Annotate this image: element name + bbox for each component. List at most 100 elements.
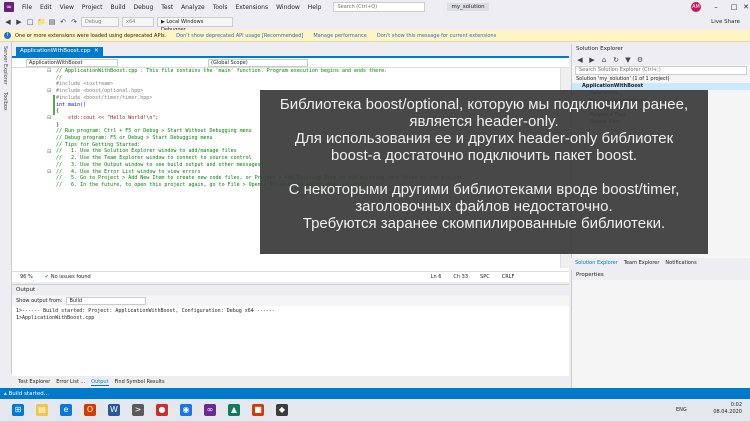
visual-studio-logo-icon: ∞: [4, 2, 14, 12]
platform-select[interactable]: x64: [122, 17, 154, 27]
menu-help[interactable]: Help: [304, 4, 326, 11]
code-line: // ApplicationWithBoost.cpp : This file …: [56, 68, 388, 74]
caption-line: заголовочных файлов недостаточно.: [355, 198, 613, 215]
menu-extensions[interactable]: Extensions: [232, 4, 273, 11]
scope-select[interactable]: (Global Scope): [208, 59, 308, 67]
settings-icon[interactable]: ⚙: [636, 56, 644, 64]
new-file-icon[interactable]: □: [26, 18, 34, 26]
toolbar: ◀ ▶ □ 📁 ▤ ↶ ↷ Debug x64 ▶ Local Windows …: [0, 14, 750, 33]
file-explorer-icon[interactable]: ▤: [36, 404, 48, 416]
info-link-deprecated[interactable]: Don't show deprecated API usage [Recomme…: [176, 33, 303, 39]
app-icon[interactable]: ■: [252, 404, 264, 416]
tab-output[interactable]: Output: [91, 379, 109, 386]
open-icon[interactable]: 📁: [37, 18, 46, 26]
collapse-icon[interactable]: ⊟: [47, 68, 51, 74]
collapse-icon[interactable]: ⊟: [47, 88, 51, 94]
app-icon[interactable]: ◆: [276, 404, 288, 416]
close-icon[interactable]: ✕: [736, 0, 750, 14]
home-icon[interactable]: ⌂: [600, 56, 608, 64]
avatar[interactable]: AM: [691, 2, 701, 12]
tree-item-solution[interactable]: Solution 'my_solution' (1 of 1 project): [572, 76, 750, 83]
terminal-icon[interactable]: >: [132, 404, 144, 416]
tab-error-list[interactable]: Error List ...: [56, 379, 85, 385]
menu-file[interactable]: File: [18, 4, 36, 11]
language-indicator[interactable]: ENG: [676, 407, 687, 413]
save-icon[interactable]: ▤: [48, 18, 56, 26]
menu-debug[interactable]: Debug: [130, 4, 158, 11]
caption-line: Требуются заранее скомпилированные библи…: [302, 215, 666, 232]
tab-test-explorer[interactable]: Test Explorer: [18, 379, 50, 385]
output-title: Output: [12, 285, 569, 295]
tab-toolbox[interactable]: Toolbox: [2, 92, 8, 111]
solution-search-input[interactable]: Search Solution Explorer (Ctrl+;): [575, 66, 747, 75]
bottom-tabs: Test Explorer Error List ... Output Find…: [12, 377, 569, 387]
zoom-level[interactable]: 96 %: [20, 274, 33, 280]
clock-time: 0:02: [730, 402, 742, 408]
menu-window[interactable]: Window: [272, 4, 304, 11]
editor-status: 96 % ✔ No issues found Ln 6 Ch 33 SPC CR…: [12, 271, 569, 281]
taskbar: ⊞ ▤ e O W > ● ◉ ∞ ▲ ■ ◆ ENG 0:02 08.04.2…: [0, 399, 750, 421]
collapse-icon[interactable]: ⊟: [47, 169, 51, 175]
tab-solution-explorer[interactable]: Solution Explorer: [575, 260, 618, 266]
left-side-tabs: Server Explorer Toolbox: [0, 42, 12, 374]
forward-icon[interactable]: ▶: [588, 56, 596, 64]
redo-icon[interactable]: ↷: [70, 18, 78, 26]
start-icon[interactable]: ⊞: [12, 404, 24, 416]
project-select[interactable]: ApplicationWithBoost: [26, 59, 118, 67]
app-icon[interactable]: ▲: [228, 404, 240, 416]
tab-team-explorer[interactable]: Team Explorer: [624, 260, 660, 266]
output-source-select[interactable]: Build: [66, 296, 147, 305]
info-link-manage[interactable]: Manage performance: [313, 33, 366, 39]
solution-explorer-tabs: Solution Explorer Team Explorer Notifica…: [571, 258, 750, 268]
caption-line: является header-only.: [409, 113, 559, 130]
menu-project[interactable]: Project: [78, 4, 107, 11]
info-icon: i: [4, 32, 11, 39]
app-icon[interactable]: ●: [156, 404, 168, 416]
collapse-icon[interactable]: ⊟: [47, 149, 51, 155]
output-text[interactable]: 1>------ Build started: Project: Applica…: [12, 306, 569, 324]
undo-icon[interactable]: ↶: [59, 18, 67, 26]
line-number: Ln 6: [430, 273, 442, 280]
config-select[interactable]: Debug: [81, 17, 119, 27]
menu-analyze[interactable]: Analyze: [177, 4, 209, 11]
properties-panel: Properties: [571, 270, 750, 388]
close-tab-icon[interactable]: ✕: [92, 48, 99, 54]
menu-bar: ∞ File Edit View Project Build Debug Tes…: [0, 0, 750, 14]
office-icon[interactable]: O: [84, 404, 96, 416]
menu-view[interactable]: View: [56, 4, 78, 11]
info-link-dont-show[interactable]: Don't show this message for current exte…: [377, 33, 496, 39]
visual-studio-icon[interactable]: ∞: [204, 404, 216, 416]
forward-icon[interactable]: ▶: [15, 18, 23, 26]
back-icon[interactable]: ◀: [576, 56, 584, 64]
start-debugger-button[interactable]: ▶ Local Windows Debugger: [157, 17, 233, 33]
code-line: #include <iostream>: [56, 81, 114, 88]
caption-line: С некоторыми другими библиотеками вроде …: [288, 181, 680, 198]
info-bar: i One or more extensions were loaded usi…: [0, 30, 750, 42]
document-tab-label: ApplicationWithBoost.cpp: [20, 48, 91, 54]
tab-server-explorer[interactable]: Server Explorer: [2, 46, 8, 85]
menu-tools[interactable]: Tools: [209, 4, 232, 11]
chrome-icon[interactable]: ◉: [180, 404, 192, 416]
change-marker: [53, 95, 55, 115]
menu-build[interactable]: Build: [106, 4, 129, 11]
clock-date: 08.04.2020: [713, 409, 742, 415]
minimize-icon[interactable]: –: [706, 0, 726, 14]
back-icon[interactable]: ◀: [4, 18, 12, 26]
issues-status[interactable]: No issues found: [51, 274, 91, 280]
filter-icon[interactable]: ▼: [624, 56, 632, 64]
collapse-icon[interactable]: ⊟: [47, 115, 51, 121]
tab-notifications[interactable]: Notifications: [665, 260, 696, 266]
clock[interactable]: 0:02 08.04.2020: [713, 402, 742, 416]
word-icon[interactable]: W: [108, 404, 120, 416]
menu-edit[interactable]: Edit: [36, 4, 56, 11]
document-tab[interactable]: ApplicationWithBoost.cpp ✕: [16, 47, 103, 58]
sync-icon[interactable]: ↻: [612, 56, 620, 64]
menu-test[interactable]: Test: [157, 4, 177, 11]
search-input[interactable]: Search (Ctrl+Q): [333, 2, 426, 12]
tab-find-symbol-results[interactable]: Find Symbol Results: [115, 379, 165, 385]
line-ending: CRLF: [501, 273, 515, 280]
solution-name: my_solution: [447, 3, 489, 11]
check-icon: ✔: [44, 273, 49, 280]
live-share-button[interactable]: Live Share: [711, 19, 740, 25]
edge-icon[interactable]: e: [60, 404, 72, 416]
